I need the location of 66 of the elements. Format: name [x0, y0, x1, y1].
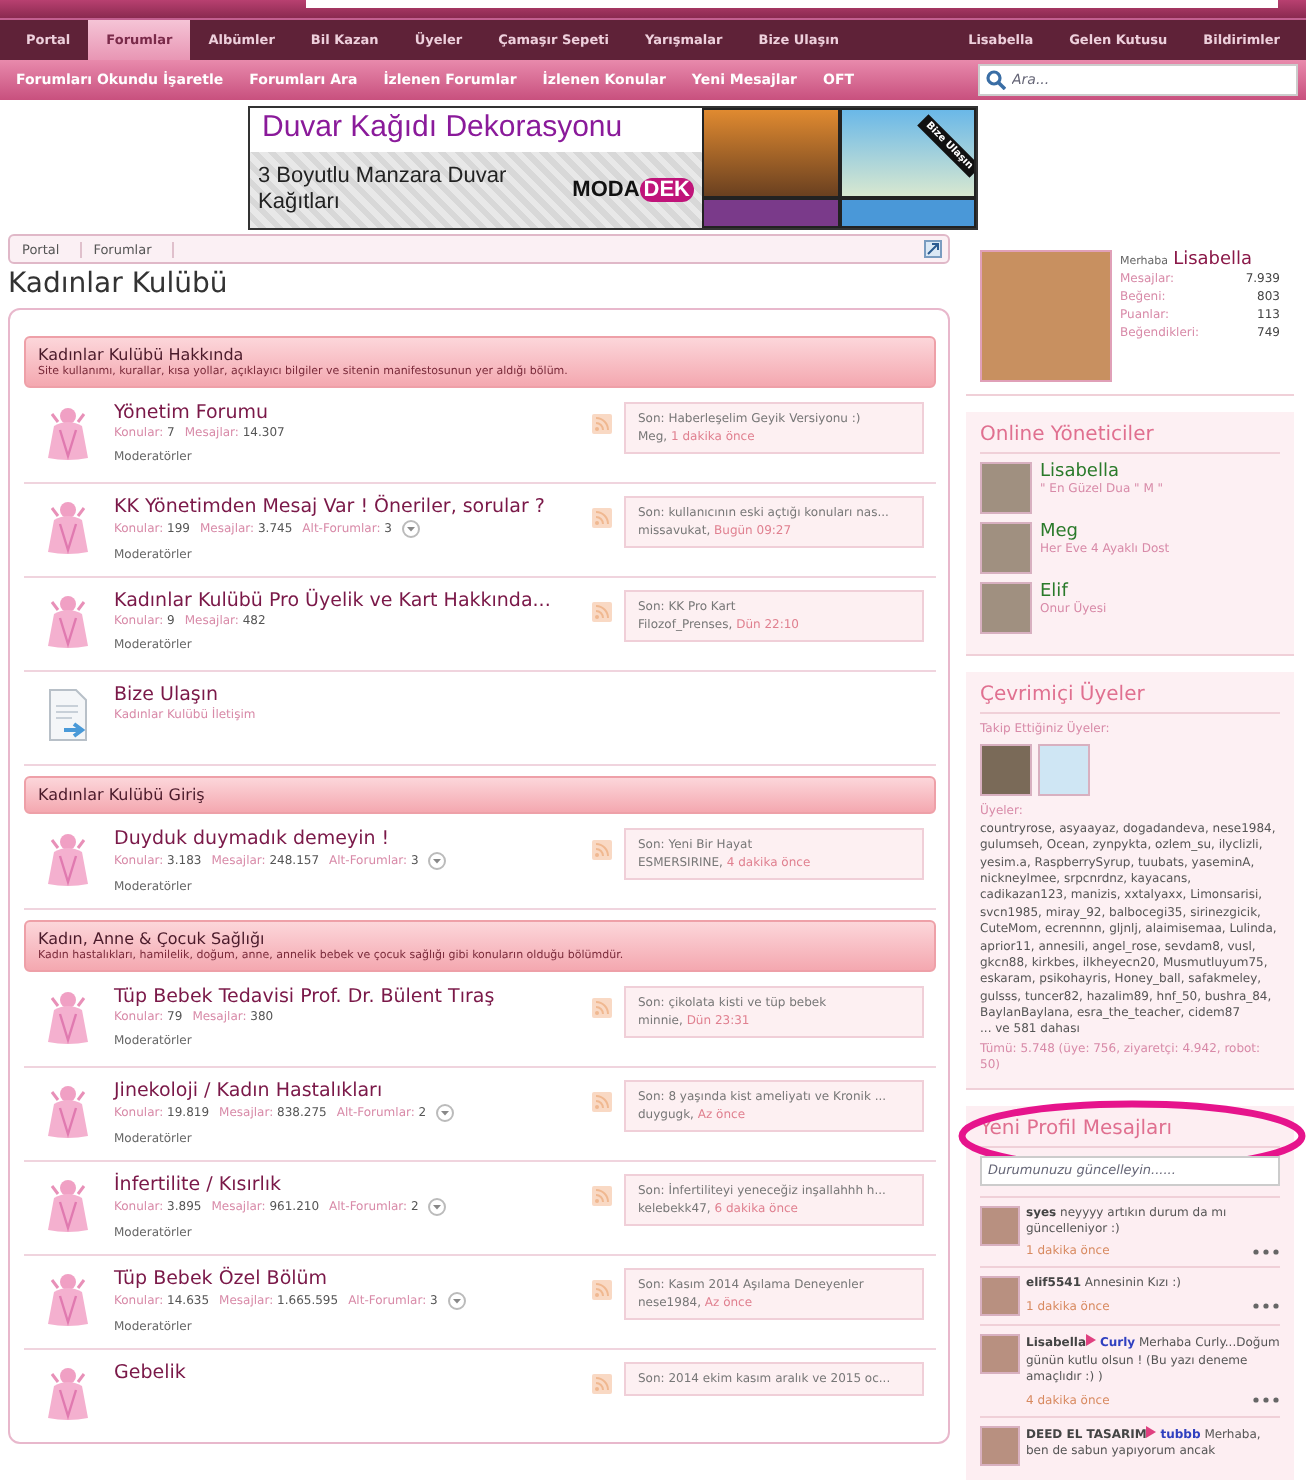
avatar-placeholder[interactable]: [980, 1425, 1020, 1466]
section-title: Çevrimiçi Üyeler: [980, 684, 1280, 714]
username-link[interactable]: Lisabella: [1173, 250, 1253, 270]
category-title[interactable]: Kadınlar Kulübü Giriş: [38, 786, 922, 804]
brand-logo: MODA DEK: [572, 178, 694, 202]
avatar-photo-placeholder[interactable]: [980, 250, 1112, 382]
avatar-placeholder[interactable]: [980, 1276, 1020, 1317]
photo-placeholder: [704, 110, 837, 196]
document-icon: [44, 688, 92, 744]
dropdown-icon[interactable]: [428, 1198, 447, 1216]
woman-figure-icon: [44, 594, 92, 650]
forum-title[interactable]: Bize Ulaşın: [114, 684, 936, 706]
dropdown-icon[interactable]: [401, 520, 420, 538]
ad-text: 3 Boyutlu Manzara Duvar Kağıtları: [258, 164, 508, 216]
woman-figure-icon: [44, 500, 92, 556]
avatar-placeholder[interactable]: [980, 582, 1032, 634]
avatar-placeholder[interactable]: [980, 1334, 1020, 1375]
woman-figure-icon: [44, 1178, 92, 1234]
avatar-placeholder[interactable]: [980, 522, 1032, 574]
more-icon[interactable]: [1252, 1247, 1280, 1256]
forum-title[interactable]: Tüp Bebek Tedavisi Prof. Dr. Bülent Tıraş: [114, 986, 584, 1008]
rss-icon[interactable]: [592, 1092, 612, 1112]
woman-figure-icon: [44, 832, 92, 888]
forum-title[interactable]: Kadınlar Kulübü Pro Üyelik ve Kart Hakkında...: [114, 590, 584, 612]
rss-icon[interactable]: [592, 998, 612, 1018]
dropdown-icon[interactable]: [428, 852, 447, 870]
more-icon[interactable]: [1252, 1302, 1280, 1311]
woman-figure-icon: [44, 1084, 92, 1140]
category-title[interactable]: Kadınlar Kulübü Hakkında: [38, 346, 922, 364]
avatar-placeholder[interactable]: [980, 462, 1032, 514]
avatar-placeholder[interactable]: [1038, 744, 1090, 797]
forum-title[interactable]: Jinekoloji / Kadın Hastalıkları: [114, 1080, 584, 1102]
section-title: Online Yöneticiler: [980, 424, 1280, 454]
woman-figure-icon: [44, 1272, 92, 1328]
category-title[interactable]: Kadın, Anne & Çocuk Sağlığı: [38, 930, 922, 948]
jump-icon[interactable]: [924, 240, 942, 258]
photo-placeholder: [841, 200, 974, 226]
woman-figure-icon: [44, 990, 92, 1046]
forum-title[interactable]: İnfertilite / Kısırlık: [114, 1174, 584, 1196]
avatar-placeholder[interactable]: [980, 1205, 1020, 1246]
more-icon[interactable]: [1252, 1396, 1280, 1405]
forum-title[interactable]: Duyduk duymadık demeyin !: [114, 828, 584, 850]
forum-title[interactable]: Yönetim Forumu: [114, 402, 584, 424]
arrow-icon: [1086, 1334, 1097, 1347]
rss-icon[interactable]: [592, 414, 612, 434]
forum-title[interactable]: KK Yönetimden Mesaj Var ! Öneriler, sorular ?: [114, 496, 584, 518]
rss-icon[interactable]: [592, 1280, 612, 1300]
photo-placeholder: [704, 200, 837, 226]
forum-title[interactable]: Gebelik: [114, 1362, 584, 1384]
rss-icon[interactable]: [592, 840, 612, 860]
username-link[interactable]: Meg: [1040, 522, 1170, 542]
page-title: Kadınlar Kulübü: [8, 268, 230, 300]
username-link[interactable]: Elif: [1040, 582, 1107, 602]
arrow-icon: [1146, 1425, 1157, 1438]
dropdown-icon[interactable]: [447, 1292, 466, 1310]
avatar-placeholder[interactable]: [980, 744, 1032, 797]
rss-icon[interactable]: [592, 1374, 612, 1394]
rss-icon[interactable]: [592, 602, 612, 622]
forum-title[interactable]: Tüp Bebek Özel Bölüm: [114, 1268, 584, 1290]
search-icon: [986, 70, 1006, 90]
dropdown-icon[interactable]: [436, 1104, 455, 1122]
rss-icon[interactable]: [592, 1186, 612, 1206]
woman-figure-icon: [44, 1366, 92, 1422]
username-link[interactable]: Lisabella: [1040, 462, 1164, 482]
rss-icon[interactable]: [592, 508, 612, 528]
woman-figure-icon: [44, 406, 92, 462]
